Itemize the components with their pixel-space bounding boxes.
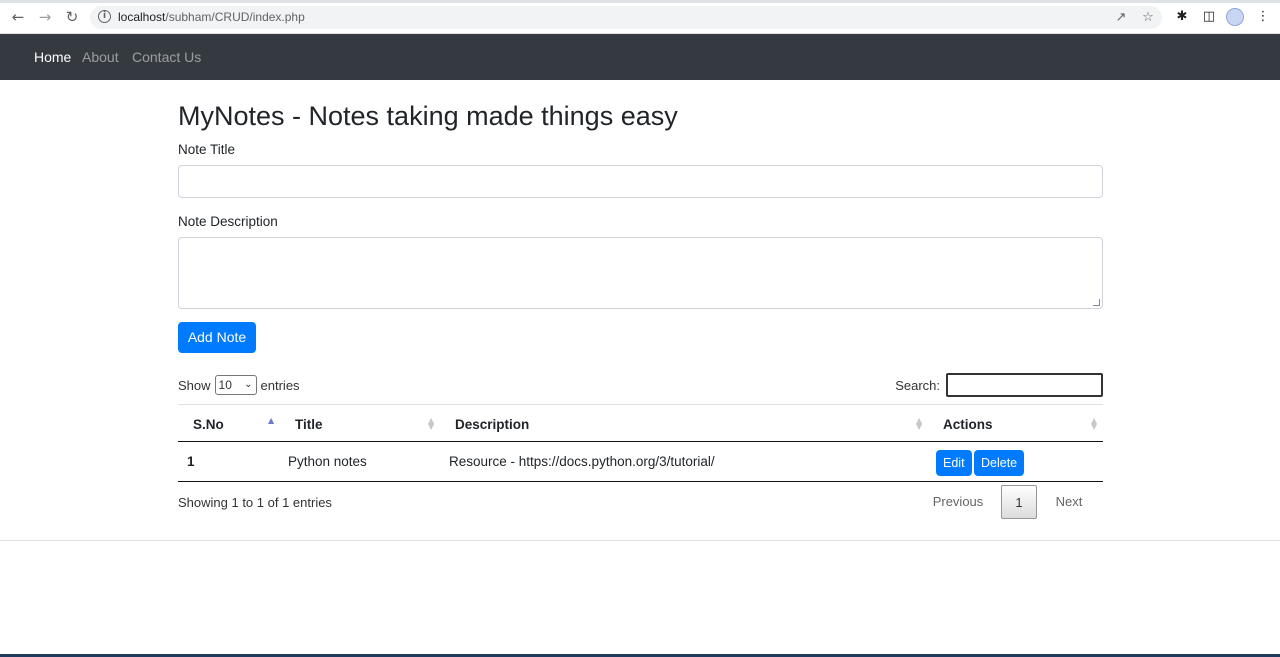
entries-label: entries <box>260 377 300 393</box>
sort-asc-icon: ▲ <box>268 416 275 425</box>
browser-menu-icon[interactable]: ⋮ <box>1256 10 1270 24</box>
side-panel-icon[interactable]: ◫ <box>1202 10 1216 24</box>
bookmark-star-icon[interactable]: ☆ <box>1141 11 1155 25</box>
note-title-label: Note Title <box>178 142 236 157</box>
share-icon[interactable]: ↗ <box>1114 11 1128 25</box>
address-url: localhost/subham/CRUD/index.php <box>118 10 305 24</box>
chevron-down-icon: ⌄ <box>244 379 253 390</box>
sort-both-icon: ▲ ▼ <box>1091 416 1098 431</box>
cell-description: Resource - https://docs.python.org/3/tut… <box>449 454 715 469</box>
cell-sno: 1 <box>187 454 195 469</box>
delete-button[interactable]: Delete <box>974 450 1025 476</box>
nav-about-link[interactable]: About <box>82 49 119 65</box>
pagination-next[interactable]: Next <box>1043 485 1095 519</box>
nav-contact-link[interactable]: Contact Us <box>132 49 201 65</box>
edit-button[interactable]: Edit <box>936 450 972 476</box>
note-description-textarea[interactable] <box>178 237 1103 309</box>
sort-both-icon: ▲ ▼ <box>916 416 923 431</box>
cell-title: Python notes <box>288 454 367 469</box>
site-info-icon[interactable]: i <box>98 10 111 23</box>
pagination-previous[interactable]: Previous <box>923 485 993 519</box>
search-label: Search: <box>895 377 940 393</box>
tab-strip <box>0 0 1280 3</box>
top-navbar: Home About Contact Us <box>0 34 1280 80</box>
column-header-description[interactable]: Description <box>455 417 529 432</box>
note-description-label: Note Description <box>178 214 278 229</box>
table-header: S.No ▲ Title ▲ ▼ Description ▲ ▼ Actions ▲… <box>178 404 1103 442</box>
address-bar[interactable]: i localhost/subham/CRUD/index.php ↗ ☆ <box>90 6 1162 29</box>
url-path: /subham/CRUD/index.php <box>165 10 305 24</box>
back-arrow-icon[interactable]: ← <box>10 9 26 25</box>
column-header-sno[interactable]: S.No <box>193 417 224 432</box>
pagination-page-1[interactable]: 1 <box>1001 485 1037 519</box>
search-input[interactable] <box>946 373 1103 397</box>
show-label: Show <box>178 377 211 393</box>
table-search: Search: <box>895 373 1103 397</box>
table-row: 1 Python notes Resource - https://docs.p… <box>178 442 1103 482</box>
reload-icon[interactable]: ↻ <box>64 9 80 25</box>
table-info: Showing 1 to 1 of 1 entries <box>178 495 332 510</box>
resize-handle[interactable] <box>1093 299 1100 306</box>
add-note-button[interactable]: Add Note <box>178 322 256 353</box>
page-title: MyNotes - Notes taking made things easy <box>178 101 678 131</box>
notes-table: S.No ▲ Title ▲ ▼ Description ▲ ▼ Actions ▲… <box>178 404 1103 482</box>
pagination: Previous 1 Next <box>923 485 1103 519</box>
page-length-control: Show 10 ⌄ entries <box>178 375 300 395</box>
page-length-value: 10 <box>218 378 232 392</box>
page-divider <box>0 540 1280 541</box>
nav-home-link[interactable]: Home <box>34 49 71 65</box>
note-title-input[interactable] <box>178 165 1103 198</box>
browser-chrome: ← → ↻ i localhost/subham/CRUD/index.php … <box>0 0 1280 34</box>
forward-arrow-icon[interactable]: → <box>37 9 53 25</box>
url-host: localhost <box>118 10 166 24</box>
extensions-puzzle-icon[interactable]: ✱ <box>1175 10 1189 24</box>
page-length-select[interactable]: 10 ⌄ <box>214 375 257 395</box>
column-header-title[interactable]: Title <box>295 417 323 432</box>
column-header-actions[interactable]: Actions <box>943 417 993 432</box>
sort-both-icon: ▲ ▼ <box>428 416 435 431</box>
profile-avatar[interactable] <box>1226 8 1244 26</box>
